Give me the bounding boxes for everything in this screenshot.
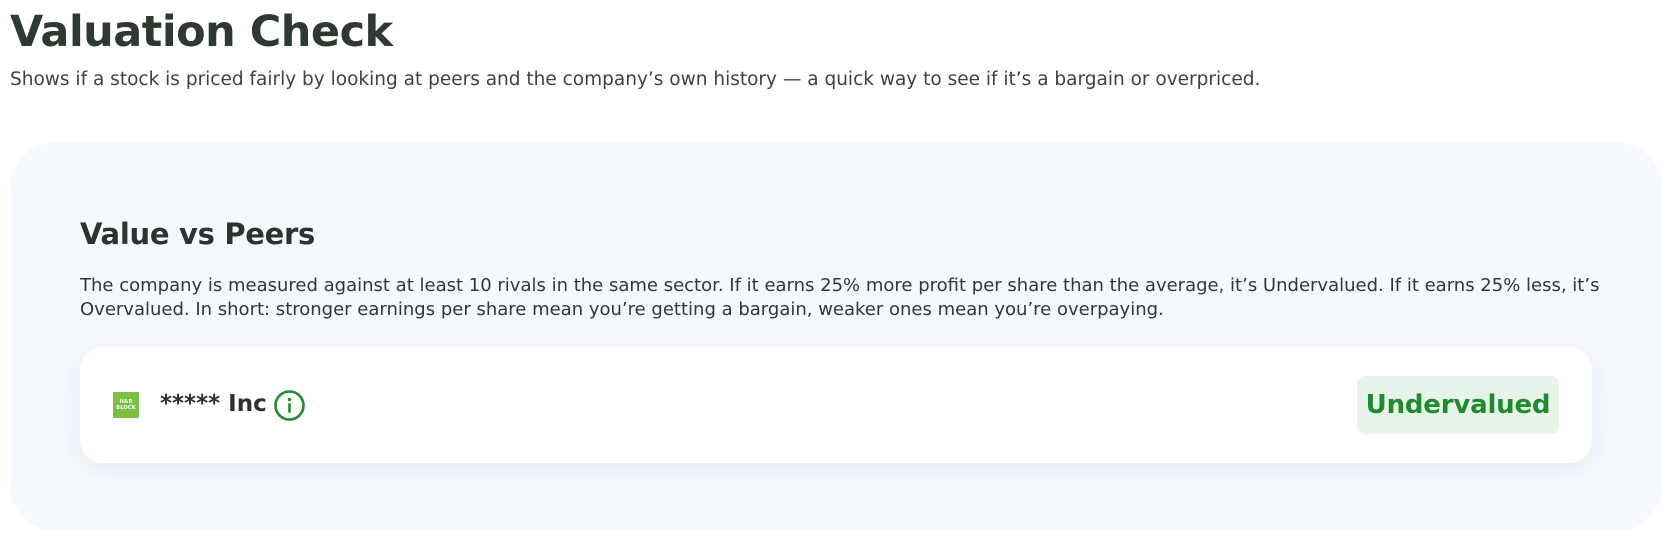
valuation-panel: Value vs Peers The company is measured a… xyxy=(10,142,1662,531)
page-subtitle: Shows if a stock is priced fairly by loo… xyxy=(10,69,1261,90)
section-title: Value vs Peers xyxy=(80,217,315,251)
valuation-status-badge: Undervalued xyxy=(1357,376,1559,434)
company-card: H&R BLOCK ***** Inc Undervalued xyxy=(80,347,1592,463)
page-title: Valuation Check xyxy=(10,7,393,57)
section-description: The company is measured against at least… xyxy=(80,275,1600,320)
info-icon[interactable] xyxy=(273,389,306,422)
company-logo-line-2: BLOCK xyxy=(116,405,136,411)
company-name: ***** Inc xyxy=(160,391,267,417)
company-logo: H&R BLOCK xyxy=(113,392,139,418)
